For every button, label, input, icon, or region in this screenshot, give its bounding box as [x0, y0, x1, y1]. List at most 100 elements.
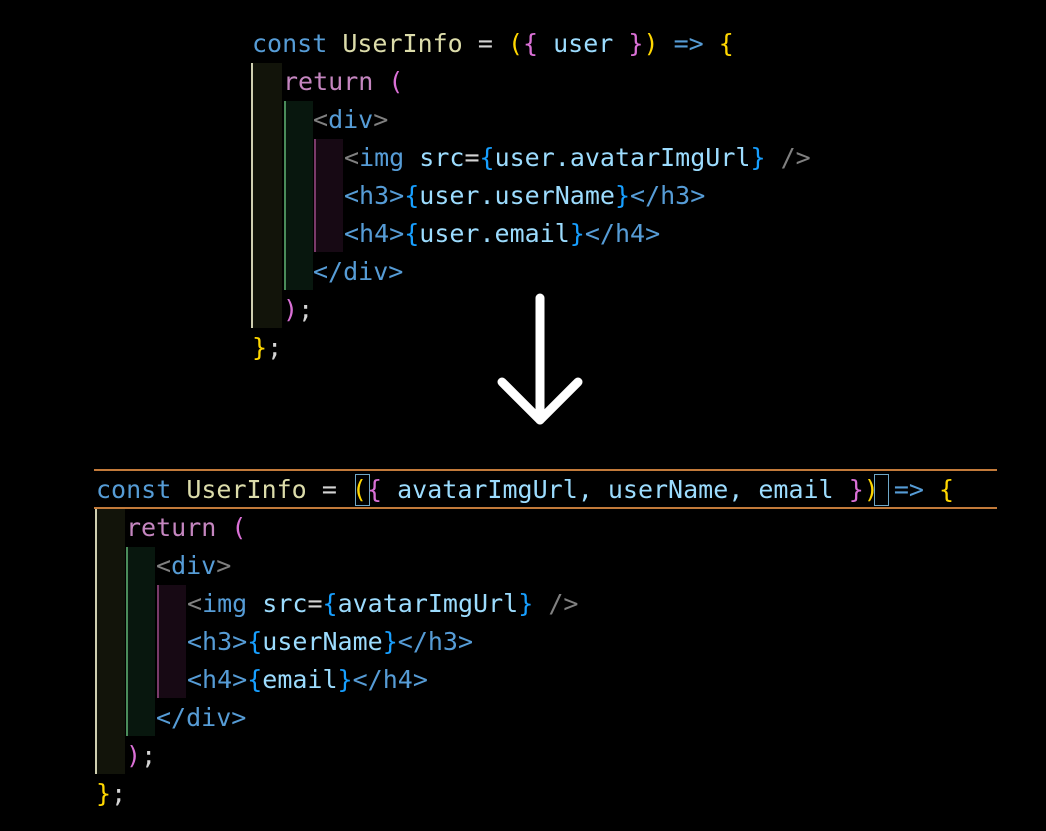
tag-close: </h4>: [584, 219, 661, 248]
body-brace-open: {: [939, 475, 955, 504]
brace-close: }: [337, 665, 353, 694]
tag-bracket: <: [187, 589, 203, 618]
indent-guide-line: [95, 509, 97, 774]
tag-name: div: [171, 551, 217, 580]
tag-bracket: <: [313, 105, 329, 134]
brace-open: {: [247, 627, 263, 656]
paren-open: (: [388, 67, 404, 96]
semicolon: ;: [141, 741, 157, 770]
code-line: <div>: [156, 547, 231, 585]
tag-bracket: />: [780, 143, 811, 172]
semicolon: ;: [111, 779, 127, 808]
indent-guide-level1: [251, 63, 282, 328]
code-line: <h4>{user.email}</h4>: [344, 215, 660, 253]
tag-bracket: >: [216, 551, 232, 580]
expression: user.avatarImgUrl: [494, 143, 751, 172]
tag-open: <h3>: [344, 181, 405, 210]
brace-close: }: [518, 589, 534, 618]
component-name: UserInfo: [186, 475, 307, 504]
paren-close: ): [126, 741, 142, 770]
indent-guide-level2: [126, 547, 155, 736]
tag-close: </h4>: [352, 665, 428, 694]
code-comparison: const UserInfo = ({ user }) => { return …: [0, 0, 1046, 831]
paren-close: ): [283, 295, 299, 324]
code-line: return (: [126, 509, 246, 547]
brace-open: {: [479, 143, 495, 172]
code-line: </div>: [313, 253, 403, 291]
tag-name: img: [359, 143, 405, 172]
expression: email: [262, 665, 338, 694]
tag-name: div: [328, 105, 374, 134]
operator: =: [477, 29, 493, 58]
indent-guide-line: [251, 63, 253, 328]
tag-bracket: >: [373, 105, 389, 134]
code-line: <h3>{user.userName}</h3>: [344, 177, 705, 215]
brace-close: }: [569, 219, 585, 248]
code-line: <div>: [313, 101, 388, 139]
brace-open: {: [523, 29, 539, 58]
brace-close: }: [614, 181, 631, 210]
tag-open: <h3>: [187, 627, 248, 656]
expression: user.email: [419, 219, 570, 248]
brace-open: {: [367, 475, 383, 504]
body-brace-close: }: [96, 779, 112, 808]
code-line: <h3>{userName}</h3>: [187, 623, 473, 661]
brace-close: }: [382, 627, 398, 656]
arrow-operator: =>: [673, 29, 704, 58]
tag-close: </h3>: [397, 627, 474, 656]
indent-guide-level1: [95, 509, 125, 774]
brace-close: }: [628, 29, 644, 58]
paren-close: ): [643, 29, 659, 58]
indent-guide-level3: [314, 139, 343, 252]
expression: userName: [262, 627, 383, 656]
destructured-params: avatarImgUrl, userName, email: [397, 475, 834, 504]
indent-guide-line: [284, 101, 286, 290]
expression: avatarImgUrl: [337, 589, 519, 618]
brace-close: }: [848, 475, 864, 504]
brace-open: {: [404, 219, 420, 248]
paren-open: (: [231, 513, 247, 542]
brace-open: {: [322, 589, 338, 618]
code-line: const UserInfo = ({ user }) => {: [252, 25, 734, 63]
tag-close: </div>: [156, 703, 247, 732]
operator: =: [307, 589, 323, 618]
expression: user.userName: [419, 181, 615, 210]
tag-bracket: <: [344, 143, 360, 172]
code-line: </div>: [156, 699, 246, 737]
tag-close: </div>: [313, 257, 404, 286]
tag-open: <h4>: [187, 665, 248, 694]
param-user: user: [553, 29, 614, 58]
code-line: return (: [283, 63, 403, 101]
arrow-operator: =>: [893, 475, 924, 504]
brace-open: {: [247, 665, 263, 694]
code-line: <img src={avatarImgUrl} />: [187, 585, 578, 623]
brace-close: }: [750, 143, 766, 172]
tag-close: </h3>: [630, 181, 706, 210]
keyword-const: const: [252, 29, 328, 58]
keyword-const: const: [96, 475, 172, 504]
tag-name: img: [202, 589, 248, 618]
body-brace-open: {: [718, 29, 734, 58]
attribute-name: src: [262, 589, 308, 618]
attribute-name: src: [419, 143, 465, 172]
semicolon: ;: [267, 333, 283, 362]
code-line: );: [283, 291, 313, 329]
indent-guide-level3: [157, 585, 186, 698]
code-line: };: [252, 329, 282, 367]
indent-guide-line: [314, 139, 316, 252]
tag-bracket: />: [548, 589, 579, 618]
code-line-current: const UserInfo = ({ avatarImgUrl, userNa…: [96, 471, 954, 509]
operator: =: [321, 475, 337, 504]
keyword-return: return: [126, 513, 217, 542]
paren-open: (: [351, 475, 367, 504]
tag-open: <h4>: [344, 219, 405, 248]
keyword-return: return: [283, 67, 374, 96]
paren-open: (: [507, 29, 523, 58]
tag-bracket: <: [156, 551, 172, 580]
indent-guide-line: [157, 585, 159, 698]
code-line: );: [126, 737, 156, 775]
paren-close: ): [863, 475, 879, 504]
code-line: <img src={user.avatarImgUrl} />: [344, 139, 811, 177]
down-arrow-icon: [497, 293, 583, 425]
code-line: };: [96, 775, 126, 813]
